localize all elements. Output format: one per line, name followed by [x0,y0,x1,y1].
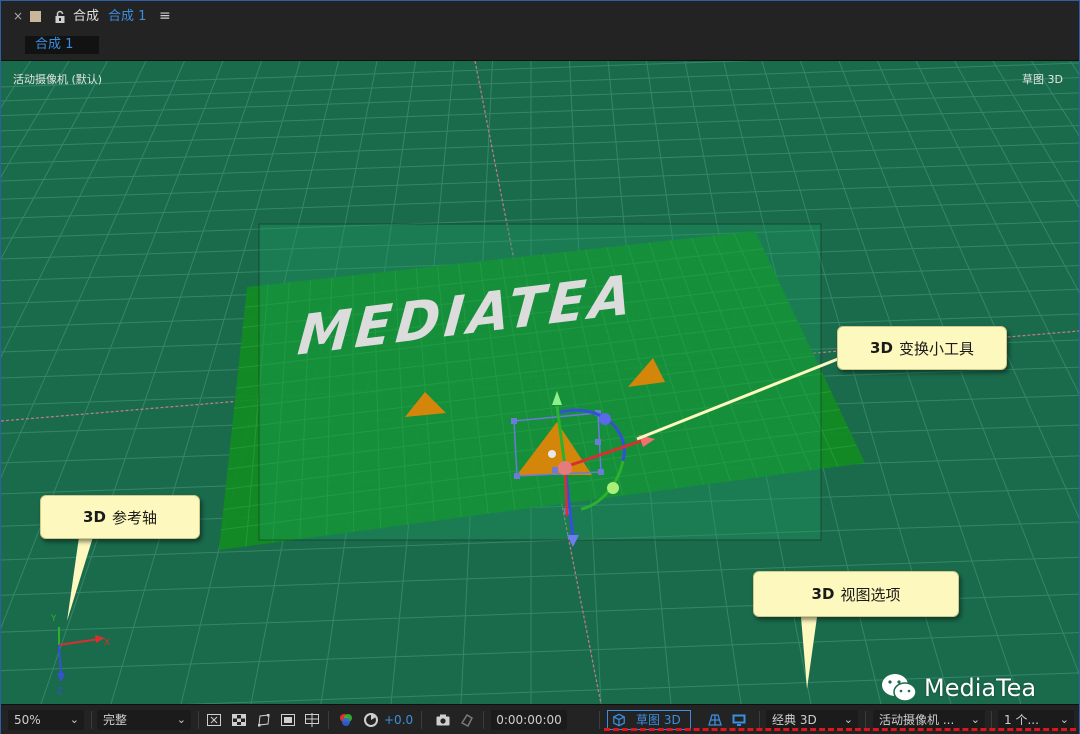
chevron-down-icon: ⌄ [843,713,853,726]
extended-viewer-icon[interactable] [731,712,747,728]
resolution-value: 完整 [103,713,128,727]
camera-label: 活动摄像机 (默认) [13,73,103,86]
callout-axis-bold: 3D [83,508,106,526]
callout-view-bold: 3D [811,585,835,603]
toolbar-divider [328,711,329,729]
callout-gizmo-bold: 3D [870,339,893,357]
snapshot-icon[interactable] [435,712,451,728]
callout-view-text: 视图选项 [840,585,901,604]
panel-header: × 合成 合成 1 ≡ [1,1,1079,32]
camera-view-value: 活动摄像机 ... [879,713,955,727]
axis-label-z: Z [57,687,63,697]
callout-gizmo-text: 变换小工具 [898,339,974,358]
transparency-grid-icon[interactable] [231,712,247,728]
draft3d-cube-icon [613,713,625,727]
zoom-value: 50% [14,713,41,727]
toolbar-divider [421,711,422,729]
wechat-icon [882,674,917,702]
reset-exposure-icon[interactable] [363,712,379,728]
chevron-down-icon: ⌄ [1059,713,1069,726]
toolbar-divider [991,711,992,729]
toolbar-divider [198,711,199,729]
callout-axis-text: 参考轴 [111,508,157,527]
comp-tab[interactable]: 合成 1 [25,36,99,54]
watermark: MediaTea [880,671,1036,705]
timecode-field[interactable]: 0:00:00:00 [491,710,567,730]
comp-color-swatch-icon[interactable] [30,11,41,22]
mask-path-icon[interactable] [256,712,272,728]
axis-label-x: X [104,638,110,648]
camera-view-dropdown[interactable]: 活动摄像机 ... ⌄ [873,710,985,730]
watermark-text: MediaTea [924,674,1037,702]
comp-boundary [258,223,822,541]
active-comp-name[interactable]: 合成 1 [108,1,146,32]
toolbar-divider [865,711,866,729]
renderer-label: 草图 3D [1022,73,1063,86]
safe-zones-icon[interactable] [280,712,296,728]
toolbar-divider [483,711,484,729]
renderer-dropdown[interactable]: 经典 3D ⌄ [766,710,858,730]
close-panel-button[interactable]: × [13,1,23,32]
toolbar-divider [759,711,760,729]
chevron-down-icon: ⌄ [69,713,79,726]
chevron-down-icon: ⌄ [176,713,186,726]
region-icon[interactable] [206,712,222,728]
chevron-down-icon: ⌄ [970,713,980,726]
3d-view-options-highlight [604,728,1076,731]
color-channel-icon[interactable] [338,712,354,728]
ground-plane-icon[interactable] [707,712,723,728]
lock-icon[interactable] [54,1,66,32]
exposure-value[interactable]: +0.0 [384,710,413,730]
view-layout-dropdown[interactable]: 1 个... ⌄ [998,710,1074,730]
timecode-value: 0:00:00:00 [496,713,562,727]
comp-tab-row: 合成 1 [1,32,1079,61]
panel-menu-icon[interactable]: ≡ [159,1,171,32]
draft-3d-label: 草图 3D [636,713,681,727]
toolbar-divider [91,711,92,729]
draft-3d-toggle[interactable]: 草图 3D [607,710,691,730]
view-layout-value: 1 个... [1004,713,1039,727]
grid-guides-icon[interactable] [304,712,320,728]
show-snapshot-icon[interactable] [459,712,475,728]
resolution-dropdown[interactable]: 完整 ⌄ [97,710,191,730]
renderer-value: 经典 3D [772,713,817,727]
composition-viewer[interactable]: MEDIATEA Y X Z 活动摄像机 (默认) 草图 3D 3D 变换小工具… [1,61,1079,704]
panel-title: 合成 [73,9,100,24]
zoom-dropdown[interactable]: 50% ⌄ [8,710,84,730]
toolbar-divider [599,711,600,729]
axis-label-y: Y [50,614,57,624]
